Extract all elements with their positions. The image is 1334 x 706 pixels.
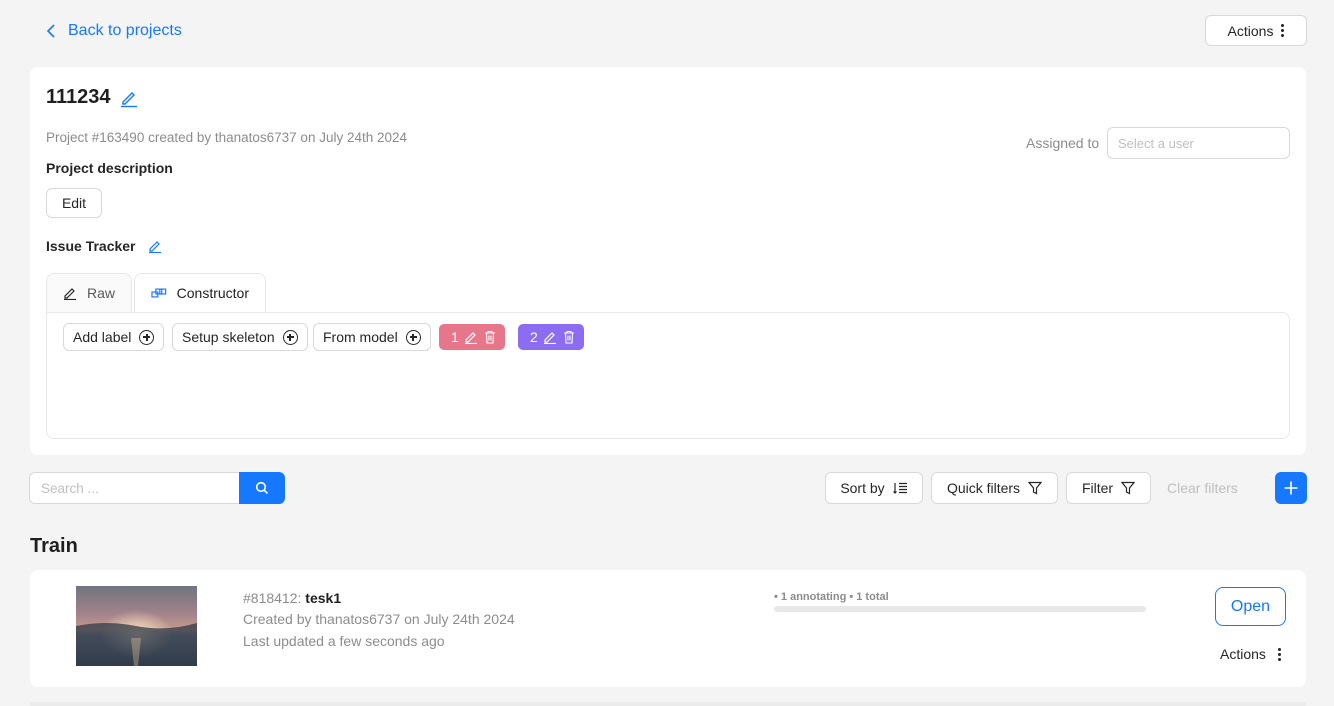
- edit-icon[interactable]: [543, 330, 557, 344]
- back-to-projects-link[interactable]: Back to projects: [46, 20, 182, 42]
- sort-by-label: Sort by: [840, 480, 885, 496]
- actions-label: Actions: [1227, 22, 1274, 39]
- quick-filters-button[interactable]: Quick filters: [931, 472, 1058, 504]
- task-id-number: #818412:: [243, 590, 302, 606]
- create-task-button[interactable]: [1275, 472, 1307, 504]
- delete-icon[interactable]: [483, 330, 497, 344]
- task-id: #818412: tesk1: [243, 590, 341, 606]
- assigned-to-label: Assigned to: [1026, 135, 1100, 151]
- setup-skeleton-text: Setup skeleton: [182, 329, 275, 345]
- label-2-name: 2: [530, 329, 538, 345]
- plus-circle-icon: [405, 329, 421, 345]
- filter-label: Filter: [1081, 480, 1114, 496]
- label-tag-2: 2: [518, 324, 584, 350]
- open-task-button[interactable]: Open: [1215, 587, 1286, 626]
- sort-by-button[interactable]: Sort by: [825, 472, 923, 504]
- search-input[interactable]: Search ...: [29, 472, 240, 504]
- add-label-button[interactable]: Add label: [63, 323, 165, 351]
- issue-tracker: Issue Tracker: [46, 238, 162, 254]
- task-thumbnail: [76, 586, 197, 666]
- quick-filters-label: Quick filters: [946, 480, 1021, 496]
- clear-filters-button[interactable]: Clear filters: [1167, 480, 1238, 496]
- project-title: 111234: [46, 86, 139, 109]
- issue-tracker-label: Issue Tracker: [46, 238, 136, 254]
- constructor-icon: [151, 288, 167, 298]
- subset-title: Train: [30, 535, 78, 557]
- task-actions-button[interactable]: Actions: [1220, 645, 1281, 663]
- label-tag-1: 1: [439, 324, 505, 350]
- filter-icon: [1121, 481, 1136, 495]
- project-meta: Project #163490 created by thanatos6737 …: [46, 130, 408, 145]
- delete-icon[interactable]: [562, 330, 576, 344]
- filter-button[interactable]: Filter: [1066, 472, 1151, 504]
- search-button[interactable]: [239, 472, 285, 504]
- filter-icon: [1028, 481, 1043, 495]
- tab-raw-label: Raw: [86, 285, 115, 301]
- plus-circle-icon: [139, 329, 155, 345]
- back-link-label: Back to projects: [68, 22, 182, 39]
- more-vertical-icon: [1281, 24, 1285, 37]
- edit-icon[interactable]: [464, 330, 478, 344]
- edit-description-button[interactable]: Edit: [46, 188, 102, 218]
- more-vertical-icon: [1277, 647, 1281, 661]
- from-model-button[interactable]: From model: [313, 323, 431, 351]
- chevron-left-icon: [46, 24, 55, 38]
- sort-list-icon: [892, 482, 907, 494]
- task-card: [30, 570, 1306, 687]
- search-icon: [255, 481, 269, 495]
- task-progress-bar: [774, 606, 1146, 612]
- project-title-text: 111234: [46, 86, 111, 108]
- tab-constructor[interactable]: Constructor: [134, 273, 266, 313]
- task-name: tesk1: [305, 590, 342, 606]
- task-actions-label: Actions: [1220, 646, 1266, 662]
- plus-circle-icon: [282, 329, 298, 345]
- tab-raw[interactable]: Raw: [46, 273, 132, 313]
- pencil-icon: [63, 288, 76, 300]
- setup-skeleton-button[interactable]: Setup skeleton: [172, 323, 308, 351]
- task-created: Created by thanatos6737 on July 24th 202…: [243, 611, 515, 627]
- assignee-select[interactable]: Select a user: [1107, 127, 1290, 159]
- next-card-edge: [30, 702, 1306, 706]
- project-actions-button[interactable]: Actions: [1205, 15, 1307, 46]
- label-1-name: 1: [451, 329, 459, 345]
- edit-title-icon[interactable]: [119, 88, 139, 108]
- plus-icon: [1284, 481, 1298, 495]
- task-updated: Last updated a few seconds ago: [243, 633, 445, 649]
- add-label-text: Add label: [73, 329, 132, 345]
- from-model-text: From model: [323, 329, 398, 345]
- tab-constructor-label: Constructor: [176, 285, 249, 301]
- project-description-label: Project description: [46, 160, 173, 176]
- edit-tracker-icon[interactable]: [148, 239, 162, 253]
- task-progress-text: • 1 annotating • 1 total: [774, 591, 889, 603]
